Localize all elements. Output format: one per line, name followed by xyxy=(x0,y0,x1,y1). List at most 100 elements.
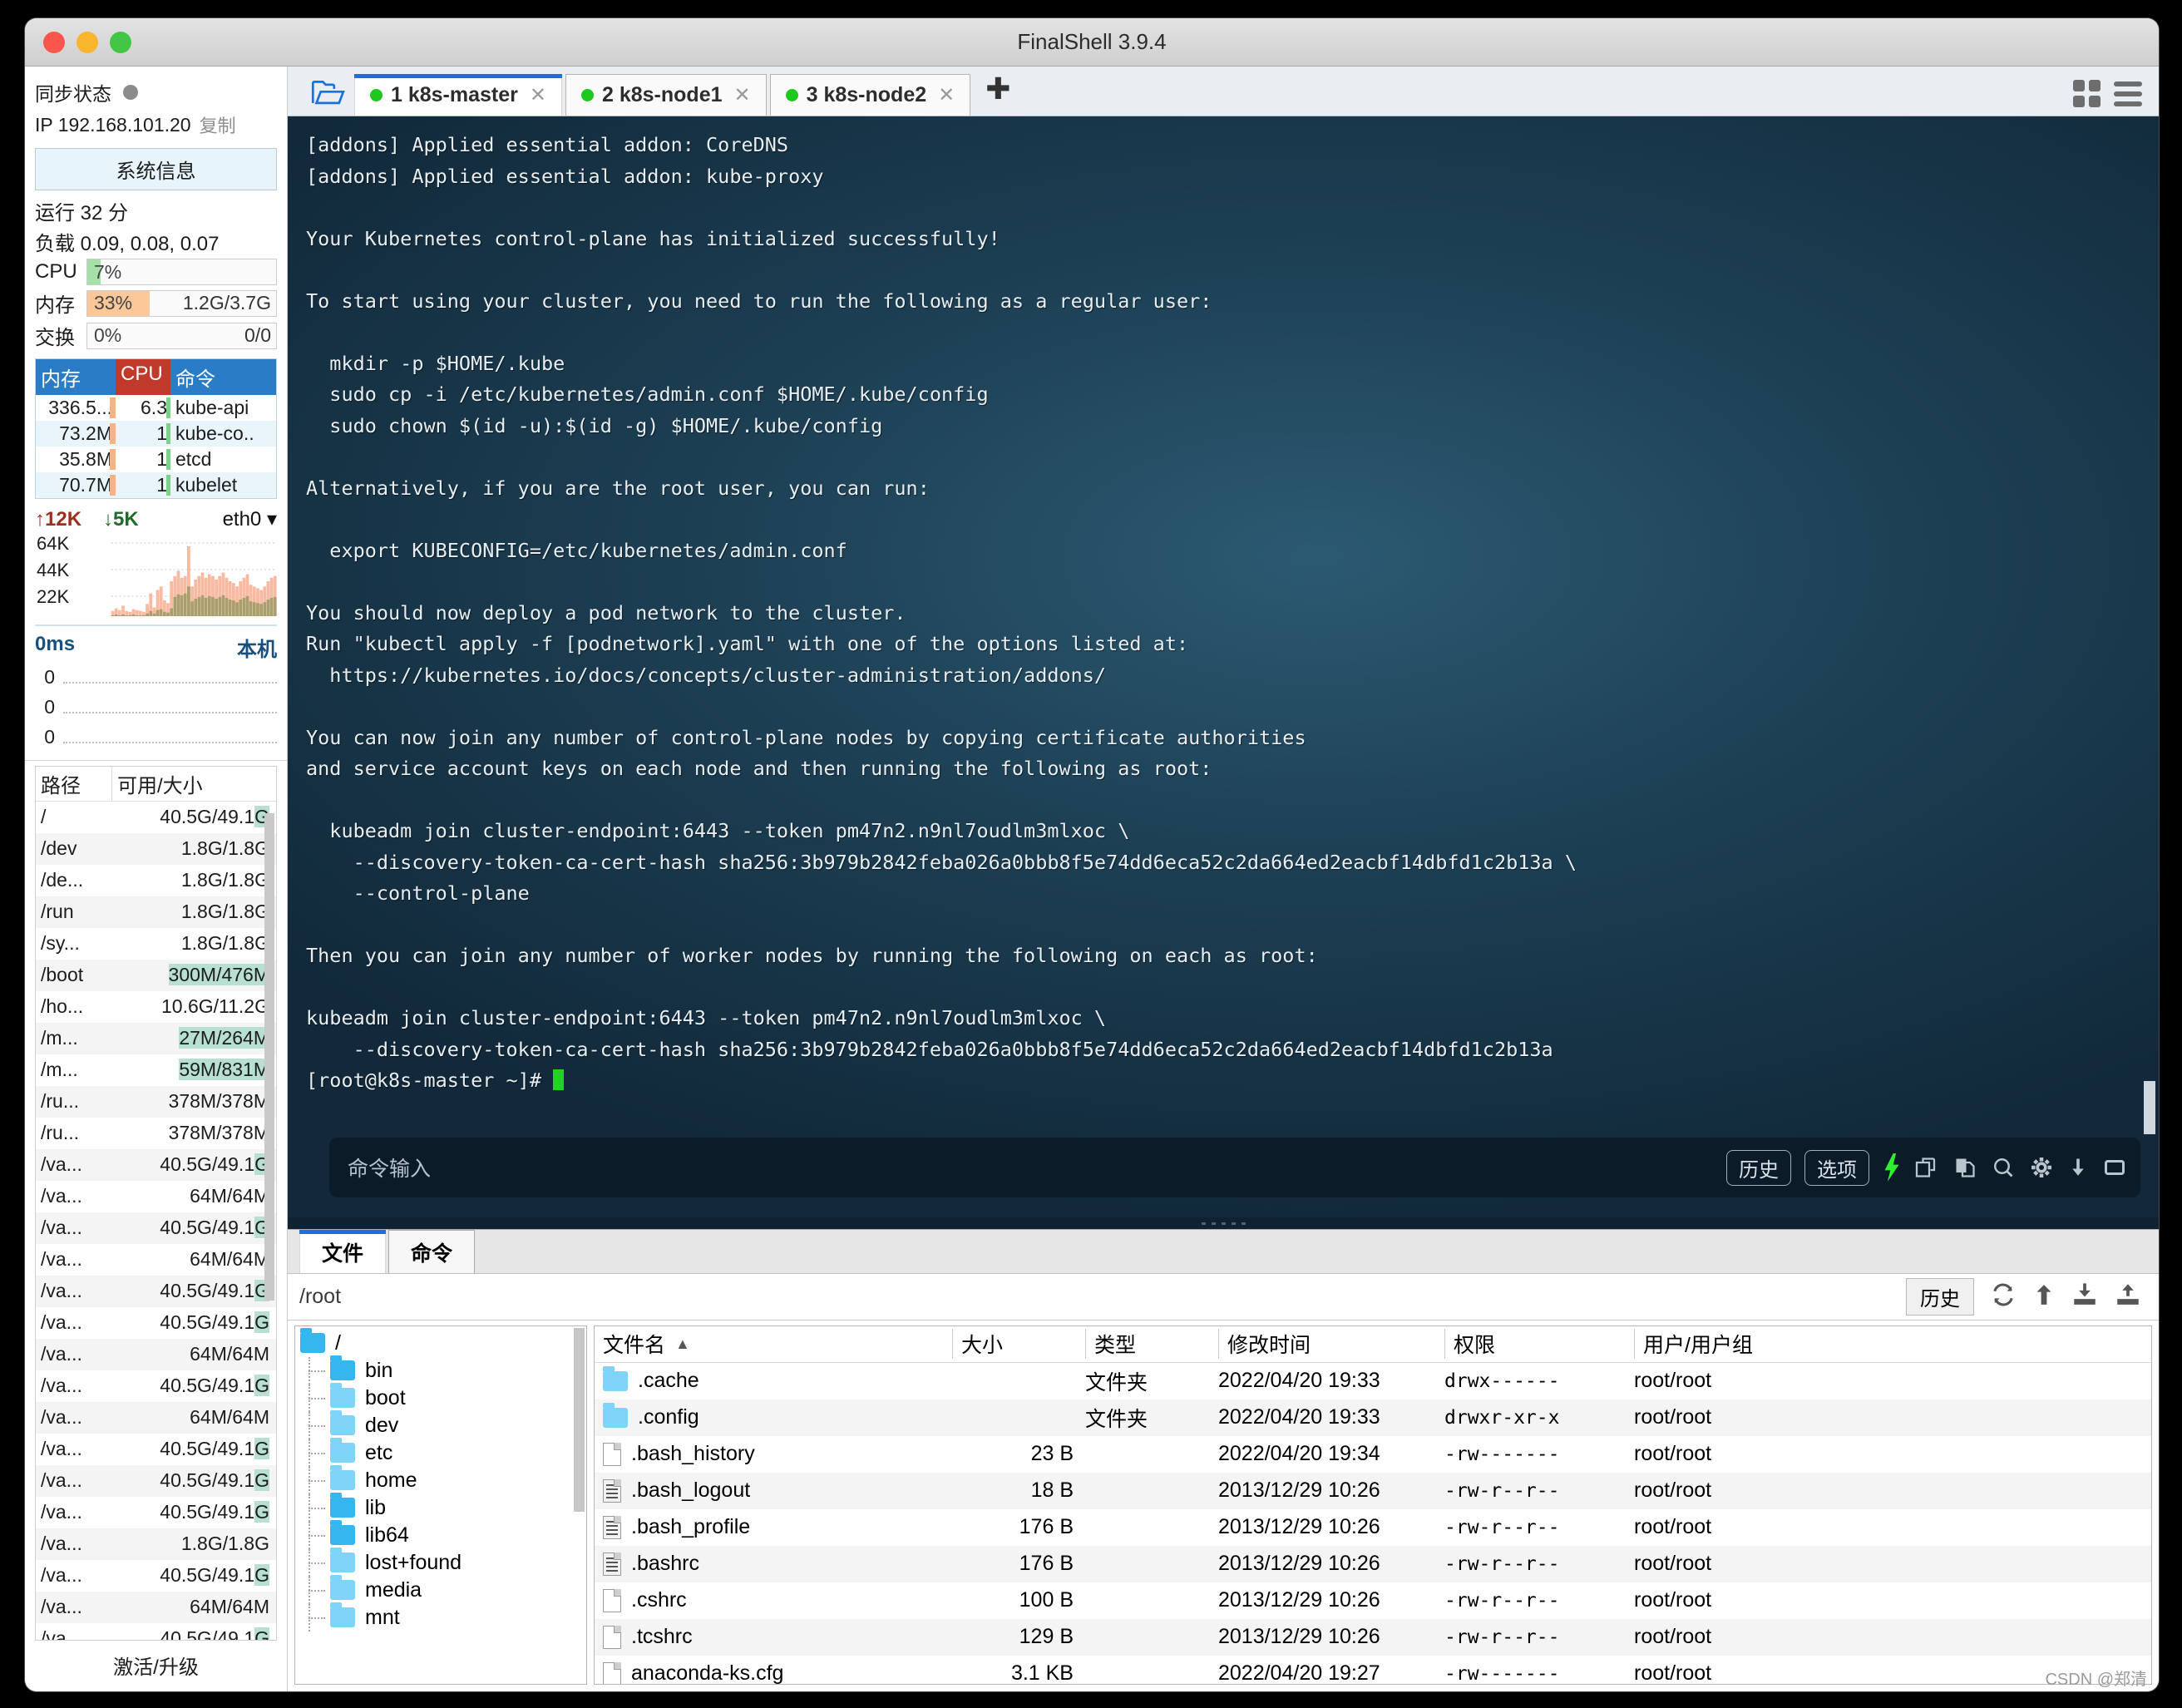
disk-scrollbar[interactable] xyxy=(264,797,274,1636)
disk-row[interactable]: /va... 40.5G/49.1G xyxy=(36,1434,276,1465)
tree-item[interactable]: mnt xyxy=(295,1602,586,1631)
activate-upgrade-link[interactable]: 激活/升级 xyxy=(25,1641,287,1691)
grid-layout-icon[interactable] xyxy=(2073,80,2101,107)
disk-row[interactable]: /sy... 1.8G/1.8G xyxy=(36,928,276,960)
disk-row[interactable]: /va... 40.5G/49.1G xyxy=(36,1497,276,1528)
disk-row[interactable]: /va... 40.5G/49.1G xyxy=(36,1148,276,1181)
network-interface-selector[interactable]: eth0 ▾ xyxy=(223,507,277,531)
process-col-command[interactable]: 命令 xyxy=(170,359,276,395)
tab-commands[interactable]: 命令 xyxy=(388,1230,476,1274)
tree-item[interactable]: lib xyxy=(295,1493,586,1522)
disk-row[interactable]: /m... 27M/264M xyxy=(36,1022,276,1054)
file-row[interactable]: .config 文件夹 2022/04/20 19:33 drwxr-xr-x root… xyxy=(595,1399,2151,1436)
command-input-bar[interactable]: 命令输入 历史 选项 xyxy=(329,1138,2140,1197)
paste-icon[interactable] xyxy=(1952,1155,1977,1180)
terminal-scrollbar[interactable] xyxy=(2144,1081,2155,1134)
file-history-button[interactable]: 历史 xyxy=(1906,1278,1974,1316)
command-input-field[interactable]: 命令输入 xyxy=(348,1153,431,1182)
disk-row[interactable]: /run 1.8G/1.8G xyxy=(36,896,276,928)
close-tab-icon[interactable]: ✕ xyxy=(530,83,546,107)
quick-command-bolt-icon[interactable] xyxy=(1883,1153,1901,1182)
disk-col-path[interactable]: 路径 xyxy=(36,766,112,801)
process-row[interactable]: 336.5... 6.3 kube-api xyxy=(36,395,276,421)
system-info-button[interactable]: 系统信息 xyxy=(35,148,277,190)
disk-row[interactable]: /va... 64M/64M xyxy=(36,1591,276,1623)
tree-item[interactable]: boot xyxy=(295,1383,586,1412)
disk-row[interactable]: /va... 64M/64M xyxy=(36,1338,276,1370)
process-row[interactable]: 70.7M 1 kubelet xyxy=(36,472,276,498)
process-row[interactable]: 35.8M 1 etcd xyxy=(36,447,276,472)
file-row[interactable]: .cache 文件夹 2022/04/20 19:33 drwx------ root/… xyxy=(595,1363,2151,1399)
download-arrow-icon[interactable] xyxy=(2067,1155,2089,1180)
disk-row[interactable]: /va... 40.5G/49.1G xyxy=(36,1464,276,1497)
disk-row[interactable]: /va... 40.5G/49.1G xyxy=(36,1212,276,1244)
process-col-cpu[interactable]: CPU xyxy=(116,359,170,395)
tree-item[interactable]: bin xyxy=(295,1355,586,1385)
tree-item[interactable]: lost+found xyxy=(295,1548,586,1577)
tree-item-root[interactable]: / xyxy=(295,1326,586,1357)
command-options-button[interactable]: 选项 xyxy=(1804,1149,1869,1186)
download-file-icon[interactable] xyxy=(2071,1281,2099,1313)
file-row[interactable]: .bashrc 176 B 2013/12/29 10:26 -rw-r--r-- ro… xyxy=(595,1545,2151,1582)
tree-item[interactable]: media xyxy=(295,1575,586,1604)
disk-row[interactable]: /va... 64M/64M xyxy=(36,1244,276,1276)
search-icon[interactable] xyxy=(1991,1155,2016,1180)
disk-row[interactable]: /ru... 378M/378M xyxy=(36,1085,276,1118)
process-col-memory[interactable]: 内存 xyxy=(36,359,116,395)
copy-icon[interactable] xyxy=(1914,1155,1939,1180)
disk-row[interactable]: /va... 40.5G/49.1G xyxy=(36,1275,276,1307)
tree-item[interactable]: home xyxy=(295,1465,586,1494)
tree-scrollbar[interactable] xyxy=(574,1327,585,1682)
tree-item[interactable]: lib64 xyxy=(295,1520,586,1549)
refresh-icon[interactable] xyxy=(1989,1281,2017,1313)
file-col-size[interactable]: 大小 xyxy=(952,1329,1085,1360)
file-row[interactable]: .cshrc 100 B 2013/12/29 10:26 -rw-r--r-- roo… xyxy=(595,1582,2151,1619)
file-row[interactable]: .bash_history 23 B 2022/04/20 19:34 -rw----… xyxy=(595,1436,2151,1473)
disk-row[interactable]: /va... 1.8G/1.8G xyxy=(36,1528,276,1560)
open-folder-icon[interactable] xyxy=(303,79,354,116)
disk-row[interactable]: / 40.5G/49.1G xyxy=(36,802,276,833)
tree-item[interactable]: etc xyxy=(295,1438,586,1467)
terminal-tab[interactable]: 1 k8s-master ✕ xyxy=(354,74,562,116)
disk-col-size[interactable]: 可用/大小 xyxy=(112,767,276,801)
disk-row[interactable]: /va... 40.5G/49.1G xyxy=(36,1370,276,1402)
disk-row[interactable]: /dev 1.8G/1.8G xyxy=(36,832,276,865)
go-up-icon[interactable] xyxy=(2032,1281,2056,1313)
disk-row[interactable]: /boot 300M/476M xyxy=(36,959,276,991)
upload-file-icon[interactable] xyxy=(2114,1281,2142,1313)
file-path-input[interactable]: /root xyxy=(288,1285,1906,1309)
terminal-tab[interactable]: 2 k8s-node1 ✕ xyxy=(565,74,767,116)
close-tab-icon[interactable]: ✕ xyxy=(938,83,955,107)
new-tab-button[interactable]: ✚ xyxy=(974,72,1022,111)
disk-row[interactable]: /va 40.5G/49.1G xyxy=(36,1623,276,1640)
tab-files[interactable]: 文件 xyxy=(299,1230,387,1274)
disk-row[interactable]: /ho... 10.6G/11.2G xyxy=(36,991,276,1023)
file-row[interactable]: .bash_profile 176 B 2013/12/29 10:26 -rw-r-… xyxy=(595,1509,2151,1546)
panel-resize-grip[interactable] xyxy=(288,1217,2159,1229)
terminal-output-pane[interactable]: [addons] Applied essential addon: CoreDN… xyxy=(288,116,2159,1217)
hamburger-menu-icon[interactable] xyxy=(2114,81,2142,106)
file-row[interactable]: .tcshrc 129 B 2013/12/29 10:26 -rw-r--r-- ro… xyxy=(595,1618,2151,1656)
disk-row[interactable]: /ru... 378M/378M xyxy=(36,1118,276,1149)
file-col-owner[interactable]: 用户/用户组 xyxy=(1634,1329,2151,1360)
file-col-mtime[interactable]: 修改时间 xyxy=(1218,1329,1444,1360)
gear-icon[interactable] xyxy=(2029,1155,2054,1180)
file-col-permissions[interactable]: 权限 xyxy=(1444,1329,1634,1360)
terminal-tab[interactable]: 3 k8s-node2 ✕ xyxy=(769,74,971,116)
disk-row[interactable]: /va... 40.5G/49.1G xyxy=(36,1560,276,1592)
disk-row[interactable]: /va... 64M/64M xyxy=(36,1401,276,1434)
fullscreen-icon[interactable] xyxy=(2102,1155,2127,1180)
file-col-name[interactable]: 文件名 ▲ xyxy=(595,1329,952,1359)
file-row[interactable]: anaconda-ks.cfg 3.1 KB 2022/04/20 19:27 -rw… xyxy=(595,1656,2151,1684)
disk-row[interactable]: /va... 40.5G/49.1G xyxy=(36,1307,276,1339)
disk-row[interactable]: /m... 59M/831M xyxy=(36,1054,276,1086)
disk-row[interactable]: /de... 1.8G/1.8G xyxy=(36,865,276,896)
file-col-type[interactable]: 类型 xyxy=(1085,1329,1218,1360)
tree-item[interactable]: dev xyxy=(295,1410,586,1439)
copy-ip-button[interactable]: 复制 xyxy=(200,111,236,138)
file-row[interactable]: .bash_logout 18 B 2013/12/29 10:26 -rw-r--r… xyxy=(595,1472,2151,1509)
command-history-button[interactable]: 历史 xyxy=(1726,1149,1791,1186)
directory-tree[interactable]: / bin boot dev etc home lib lib64 lost+found med… xyxy=(294,1325,587,1685)
close-tab-icon[interactable]: ✕ xyxy=(734,83,751,107)
disk-row[interactable]: /va... 64M/64M xyxy=(36,1181,276,1212)
